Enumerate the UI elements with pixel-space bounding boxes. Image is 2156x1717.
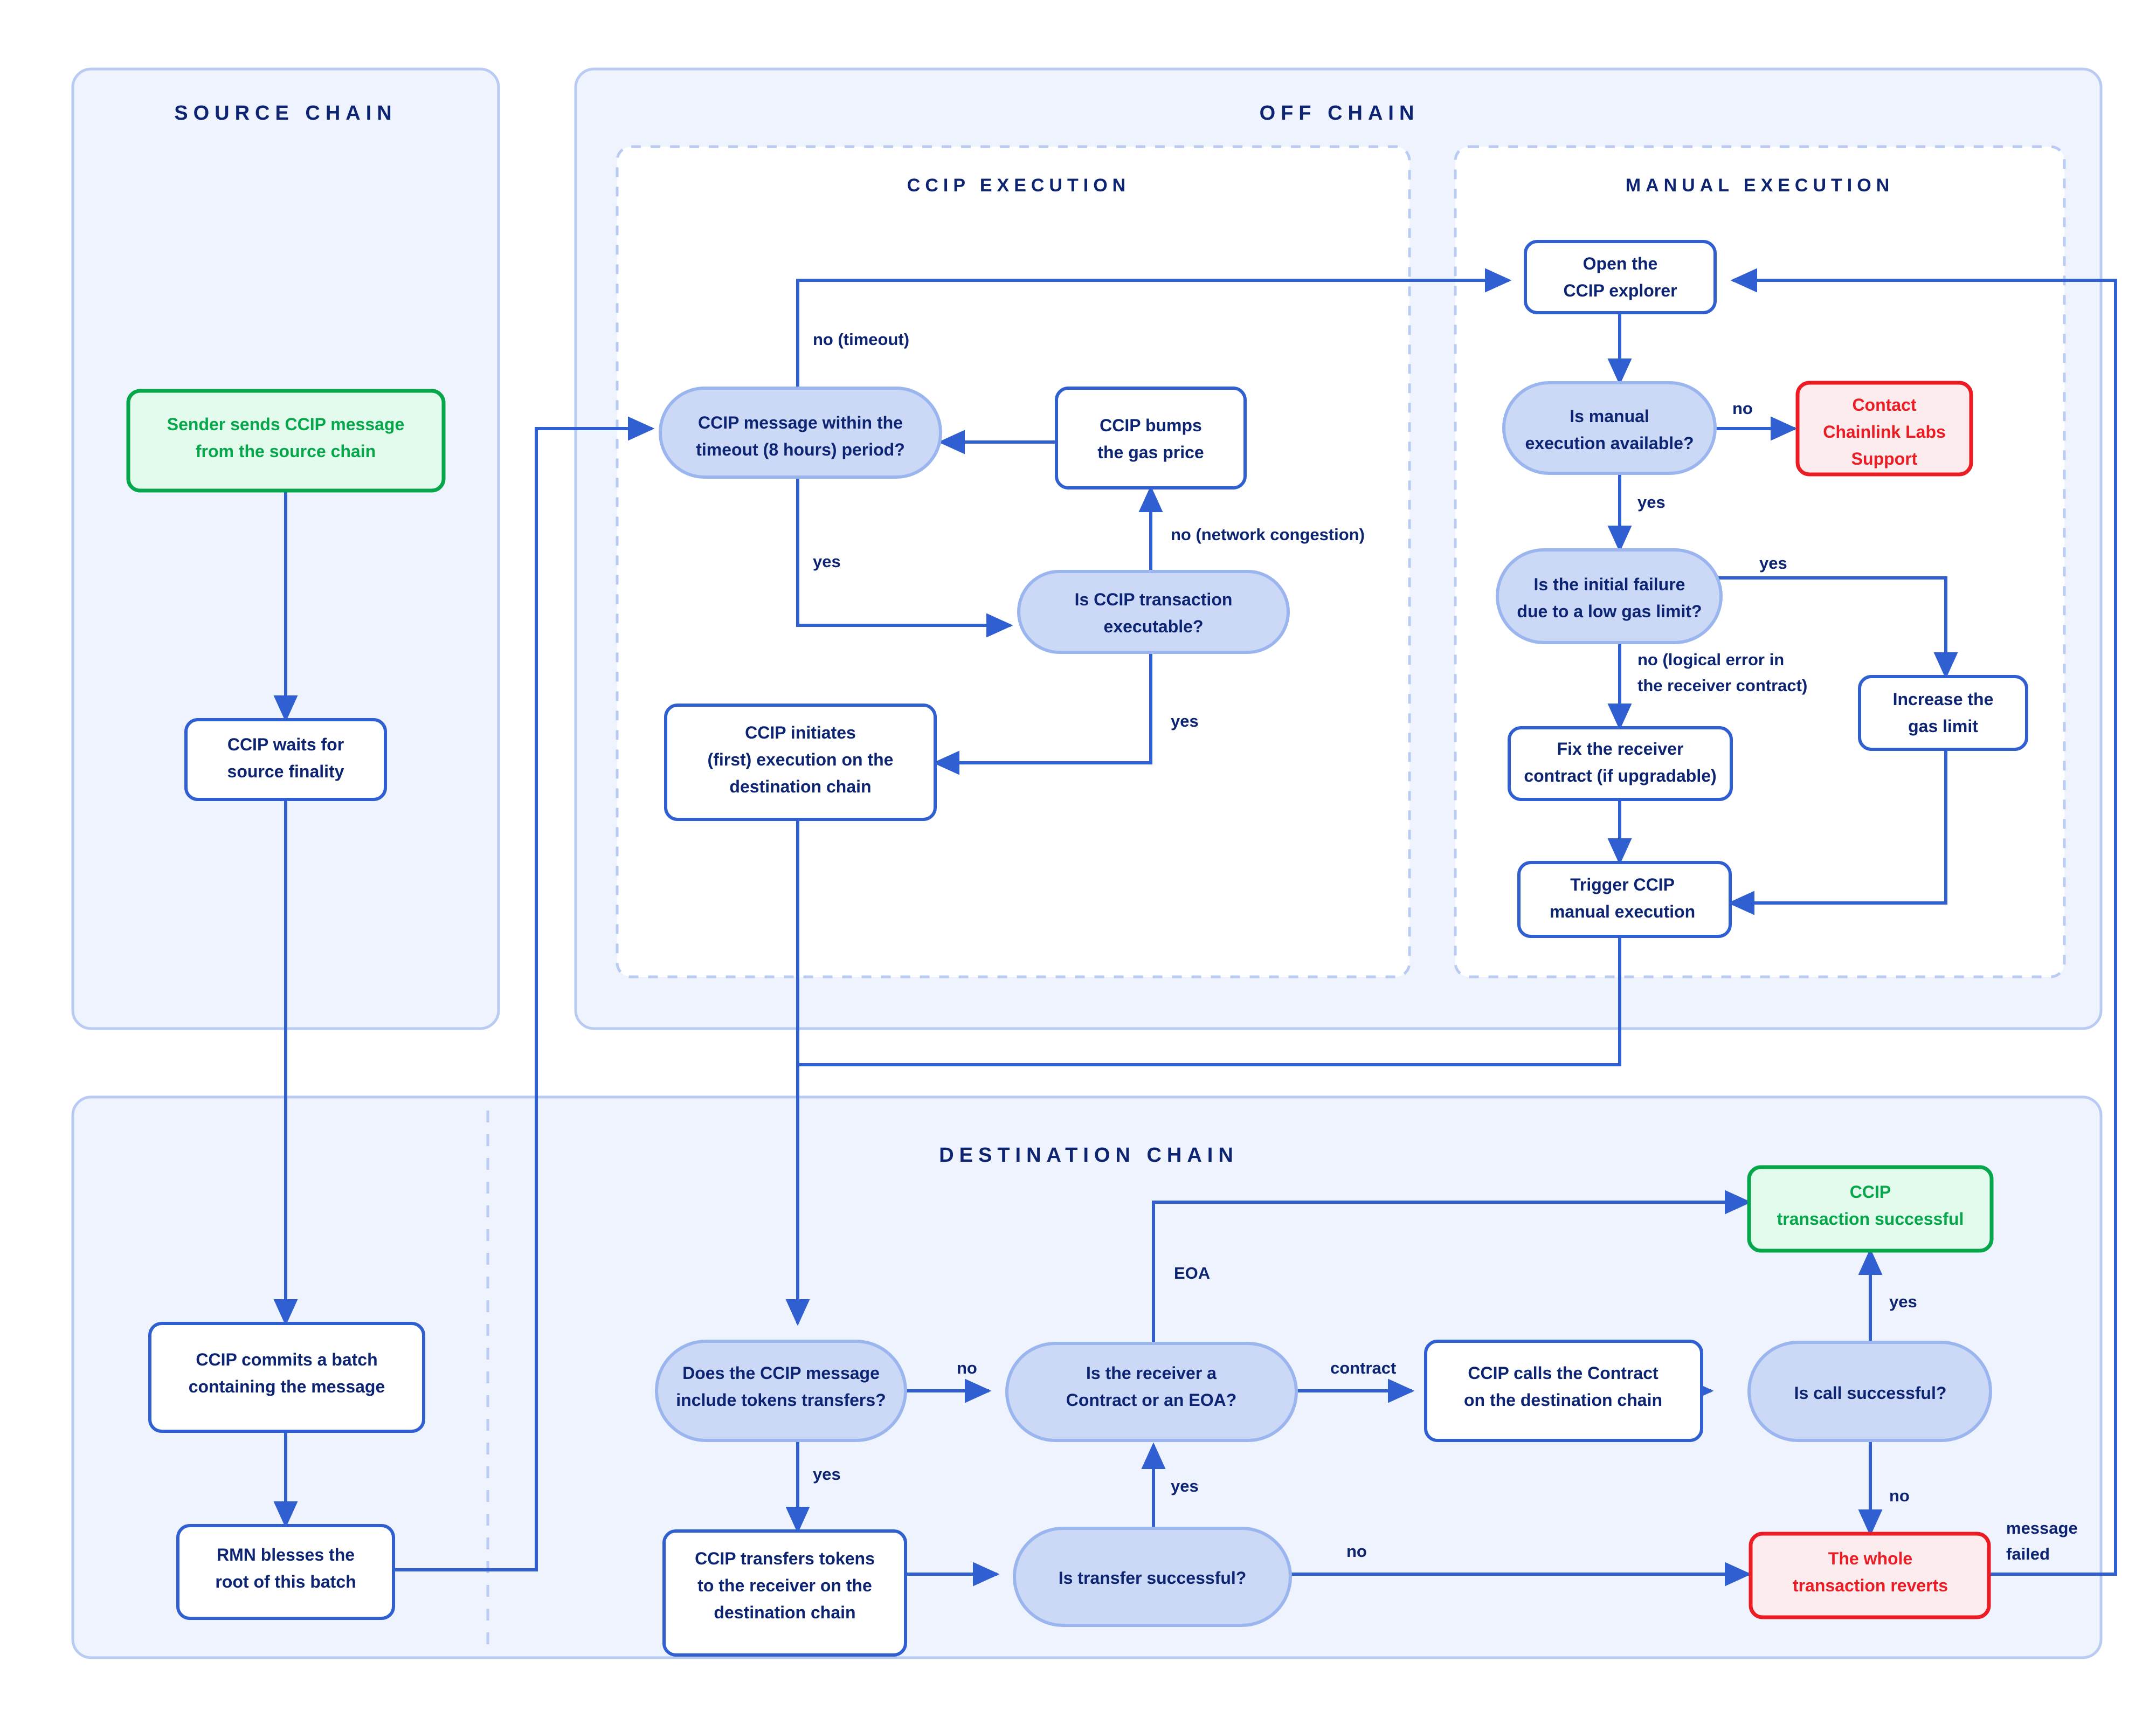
node-contact-support-line1: Contact [1852,395,1916,415]
edge-label-no-transfer: no [1346,1542,1367,1561]
node-contact-support-line3: Support [1851,449,1918,468]
edge-label-message-failed-line1: message [2006,1519,2078,1537]
node-tx-executable[interactable]: Is CCIP transaction executable? [1017,570,1290,654]
node-initial-failure[interactable]: Is the initial failure due to a low gas … [1496,548,1723,644]
node-transfers-tokens-line2: to the receiver on the [697,1576,872,1595]
node-call-successful[interactable]: Is call successful? [1747,1341,1992,1442]
node-fix-receiver-line2: contract (if upgradable) [1524,766,1716,785]
node-within-timeout-line2: timeout (8 hours) period? [696,440,905,459]
node-initiates-first[interactable]: CCIP initiates (first) execution on the … [664,704,937,821]
edge-label-yes-manual: yes [1637,493,1666,512]
edge-label-no-logical-error-line2: the receiver contract) [1637,676,1807,695]
node-calls-contract-line2: on the destination chain [1464,1390,1662,1410]
node-include-tokens[interactable]: Does the CCIP message include tokens tra… [655,1340,907,1442]
edge-label-no-logical-error-line1: no (logical error in [1637,650,1784,669]
edge-label-yes-call: yes [1889,1292,1917,1311]
node-tx-successful[interactable]: CCIP transaction successful [1747,1165,1994,1253]
node-rmn-blesses[interactable]: RMN blesses the root of this batch [176,1524,395,1620]
node-bumps-gas-line2: the gas price [1097,443,1204,462]
edge-label-message-failed-line2: failed [2006,1544,2050,1563]
edge-label-no-tokens: no [957,1359,977,1377]
node-waits-finality-line2: source finality [227,762,344,781]
node-whole-reverts-line1: The whole [1828,1549,1912,1568]
node-bumps-gas[interactable]: CCIP bumps the gas price [1055,387,1247,489]
node-initiates-first-line1: CCIP initiates [745,723,856,742]
node-initiates-first-line3: destination chain [729,777,871,796]
edge-label-no-congestion: no (network congestion) [1171,525,1365,544]
node-tx-executable-line2: executable? [1104,617,1204,636]
node-rmn-blesses-line2: root of this batch [215,1572,356,1591]
panel-destination-chain-label: DESTINATION CHAIN [939,1144,1239,1167]
node-commits-batch-line1: CCIP commits a batch [196,1350,377,1369]
node-initiates-first-line2: (first) execution on the [708,750,894,769]
node-manual-available-line1: Is manual [1570,406,1649,426]
subpanel-ccip-execution: CCIP EXECUTION [616,145,1411,978]
node-calls-contract[interactable]: CCIP calls the Contract on the destinati… [1424,1340,1703,1442]
node-sender-sends-line2: from the source chain [196,442,376,461]
node-tx-successful-line2: transaction successful [1777,1209,1964,1229]
edge-label-no-call: no [1889,1486,1910,1505]
node-bumps-gas-line1: CCIP bumps [1100,416,1202,435]
node-commits-batch-line2: containing the message [189,1377,385,1396]
edge-label-no-manual: no [1732,399,1753,418]
subpanel-manual-execution-label: MANUAL EXECUTION [1626,175,1895,196]
node-transfers-tokens-line3: destination chain [714,1603,855,1622]
node-initial-failure-line1: Is the initial failure [1534,575,1685,594]
node-calls-contract-line1: CCIP calls the Contract [1468,1363,1659,1383]
node-transfer-successful-line1: Is transfer successful? [1059,1568,1247,1588]
node-within-timeout[interactable]: CCIP message within the timeout (8 hours… [659,387,942,479]
node-receiver-type-line2: Contract or an EOA? [1066,1390,1236,1410]
panel-off-chain-label: OFF CHAIN [1260,102,1420,125]
node-open-explorer-line2: CCIP explorer [1563,281,1677,300]
node-include-tokens-line2: include tokens transfers? [676,1390,886,1410]
node-increase-gas[interactable]: Increase the gas limit [1858,675,2028,751]
edge-label-yes-executable: yes [1171,712,1199,730]
edge-label-yes-timeout: yes [813,552,841,571]
flowchart-svg: SOURCE CHAIN OFF CHAIN CCIP EXECUTION MA… [71,67,2117,1659]
edge-label-yes-gaslimit: yes [1759,554,1787,573]
node-include-tokens-line1: Does the CCIP message [682,1363,880,1383]
node-transfer-successful[interactable]: Is transfer successful? [1013,1527,1292,1627]
node-fix-receiver-line1: Fix the receiver [1557,739,1684,758]
node-rmn-blesses-line1: RMN blesses the [217,1545,355,1564]
node-receiver-type[interactable]: Is the receiver a Contract or an EOA? [1005,1342,1298,1442]
edge-label-eoa: EOA [1174,1264,1210,1282]
flowchart-canvas: SOURCE CHAIN OFF CHAIN CCIP EXECUTION MA… [0,0,2156,1717]
node-call-successful-line1: Is call successful? [1794,1383,1947,1403]
node-sender-sends[interactable]: Sender sends CCIP message from the sourc… [126,389,446,493]
node-trigger-manual-line2: manual execution [1550,902,1695,921]
node-commits-batch[interactable]: CCIP commits a batch containing the mess… [148,1322,425,1433]
node-increase-gas-line2: gas limit [1908,716,1978,736]
node-whole-reverts-line2: transaction reverts [1793,1576,1948,1595]
edge-label-yes-transfer: yes [1171,1477,1199,1495]
node-trigger-manual-line1: Trigger CCIP [1570,875,1675,894]
node-contact-support[interactable]: Contact Chainlink Labs Support [1795,381,1973,477]
node-waits-finality[interactable]: CCIP waits for source finality [184,718,387,801]
node-transfers-tokens-line1: CCIP transfers tokens [695,1549,875,1568]
node-initial-failure-line2: due to a low gas limit? [1517,602,1702,621]
node-transfers-tokens[interactable]: CCIP transfers tokens to the receiver on… [662,1529,907,1657]
node-whole-reverts[interactable]: The whole transaction reverts [1749,1532,1991,1619]
node-increase-gas-line1: Increase the [1893,689,1994,709]
node-receiver-type-line1: Is the receiver a [1086,1363,1217,1383]
node-waits-finality-line1: CCIP waits for [227,735,344,754]
panel-source-chain-label: SOURCE CHAIN [174,102,397,125]
node-open-explorer-line1: Open the [1583,254,1658,273]
node-fix-receiver[interactable]: Fix the receiver contract (if upgradable… [1508,726,1733,801]
node-manual-available-line2: execution available? [1525,433,1694,453]
node-tx-executable-line1: Is CCIP transaction [1075,590,1233,609]
node-contact-support-line2: Chainlink Labs [1823,422,1946,442]
node-tx-successful-line1: CCIP [1850,1182,1891,1202]
node-trigger-manual[interactable]: Trigger CCIP manual execution [1517,861,1732,938]
edge-label-no-timeout: no (timeout) [813,330,909,349]
edge-label-yes-tokens: yes [813,1465,841,1484]
edge-label-contract: contract [1330,1359,1396,1377]
node-open-explorer[interactable]: Open the CCIP explorer [1524,240,1717,314]
node-manual-available[interactable]: Is manual execution available? [1502,381,1717,475]
node-sender-sends-line1: Sender sends CCIP message [167,415,405,434]
subpanel-ccip-execution-label: CCIP EXECUTION [907,175,1130,196]
node-within-timeout-line1: CCIP message within the [698,413,903,432]
